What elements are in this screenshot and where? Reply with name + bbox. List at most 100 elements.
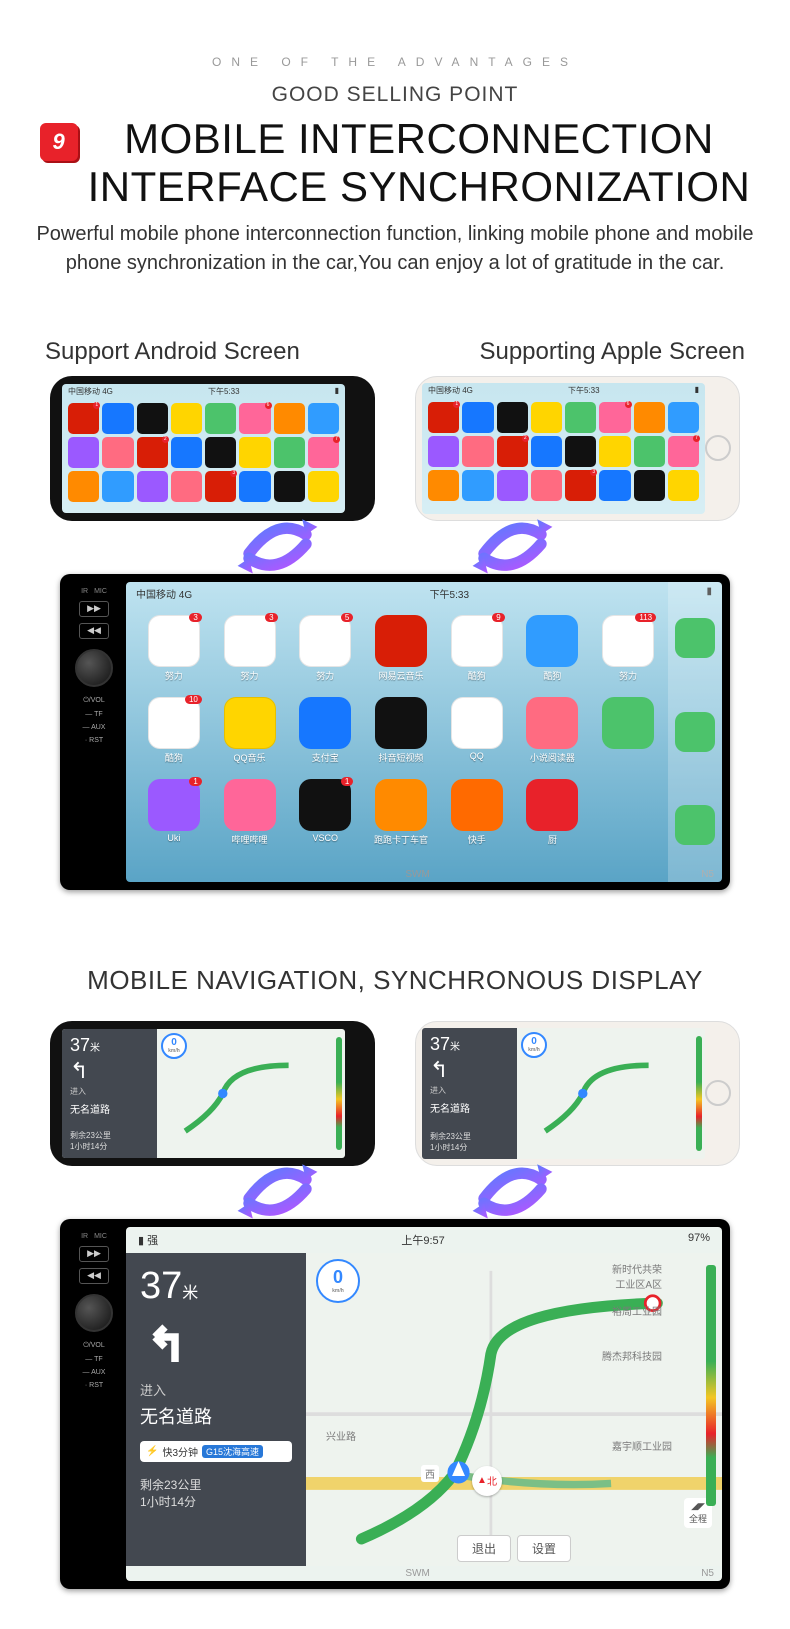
headunit-app[interactable]: 酷狗 <box>519 615 587 693</box>
app-icon[interactable] <box>205 437 236 468</box>
app-icon[interactable]: 6 <box>239 403 270 434</box>
app-icon[interactable] <box>428 436 459 467</box>
nav-exit-button[interactable]: 退出 <box>457 1535 511 1562</box>
app-icon[interactable] <box>531 402 562 433</box>
app-icon[interactable]: 7 <box>668 436 699 467</box>
chat-icon[interactable] <box>675 712 715 752</box>
header-block: ONE OF THE ADVANTAGES GOOD SELLING POINT… <box>20 55 770 278</box>
nav-map[interactable]: 0km/h <box>157 1029 345 1158</box>
app-icon[interactable] <box>462 436 493 467</box>
headunit-app[interactable]: 9酷狗 <box>443 615 511 693</box>
app-icon[interactable] <box>274 403 305 434</box>
apple-phone-mock: 中国移动 4G下午5:33▮ 16273 <box>415 376 740 521</box>
app-icon[interactable] <box>531 470 562 501</box>
app-label: QQ <box>470 751 484 761</box>
headunit-app[interactable]: 厨 <box>519 779 587 857</box>
app-icon[interactable] <box>634 402 665 433</box>
app-icon[interactable] <box>171 437 202 468</box>
app-icon[interactable] <box>308 403 339 434</box>
app-icon[interactable] <box>205 403 236 434</box>
headunit-app[interactable]: 5努力 <box>291 615 359 693</box>
phone-icon[interactable] <box>675 805 715 845</box>
app-icon: 5 <box>299 615 351 667</box>
app-icon[interactable] <box>308 471 339 502</box>
app-icon[interactable]: 7 <box>308 437 339 468</box>
nav-settings-button[interactable]: 设置 <box>517 1535 571 1562</box>
app-icon[interactable] <box>137 471 168 502</box>
app-icon[interactable]: 6 <box>599 402 630 433</box>
headunit-app[interactable]: 抖音短视频 <box>367 697 435 775</box>
app-icon[interactable] <box>668 470 699 501</box>
app-icon[interactable]: 2 <box>137 437 168 468</box>
app-icon[interactable] <box>239 471 270 502</box>
prev-track-button[interactable]: ◀◀ <box>79 1268 109 1284</box>
app-icon[interactable] <box>274 437 305 468</box>
nav-map[interactable]: 0km/h <box>517 1028 705 1159</box>
app-icon[interactable] <box>599 436 630 467</box>
next-track-button[interactable]: ▶▶ <box>79 1246 109 1262</box>
app-icon[interactable] <box>531 436 562 467</box>
app-label: 快手 <box>468 833 486 846</box>
app-icon[interactable]: 3 <box>205 471 236 502</box>
app-icon[interactable] <box>102 471 133 502</box>
headunit-app[interactable]: 113努力 <box>594 615 662 693</box>
app-icon[interactable] <box>634 470 665 501</box>
headunit-app[interactable]: 1Uki <box>140 779 208 857</box>
app-icon[interactable] <box>239 437 270 468</box>
headunit-app[interactable]: QQ音乐 <box>216 697 284 775</box>
app-icon[interactable] <box>497 470 528 501</box>
headunit-app[interactable]: 支付宝 <box>291 697 359 775</box>
app-icon[interactable] <box>462 470 493 501</box>
headunit-nav-screen[interactable]: ▮ 强上午9:5797% 37米 进入 无名道路 ⚡快3分钟G15沈海高速 剩余… <box>126 1227 722 1581</box>
app-icon[interactable] <box>102 403 133 434</box>
app-icon[interactable] <box>68 471 99 502</box>
headunit-app[interactable]: 3努力 <box>140 615 208 693</box>
wechat-icon[interactable] <box>675 618 715 658</box>
headunit-app[interactable]: 小说阅读器 <box>519 697 587 775</box>
next-track-button[interactable]: ▶▶ <box>79 601 109 617</box>
headunit-app[interactable]: 快手 <box>443 779 511 857</box>
app-icon[interactable] <box>599 470 630 501</box>
nav-hint: ⚡快3分钟G15沈海高速 <box>140 1441 292 1462</box>
app-icon[interactable]: 1 <box>428 402 459 433</box>
app-icon[interactable] <box>668 402 699 433</box>
app-icon[interactable] <box>497 402 528 433</box>
app-icon[interactable] <box>565 436 596 467</box>
headunit-app[interactable]: 3努力 <box>216 615 284 693</box>
app-icon[interactable] <box>171 471 202 502</box>
app-icon[interactable]: 1 <box>68 403 99 434</box>
app-label: Uki <box>167 833 180 843</box>
headunit-app[interactable]: 1VSCO <box>291 779 359 857</box>
app-icon[interactable] <box>274 471 305 502</box>
turn-left-icon: ↰ <box>70 1060 149 1082</box>
app-icon[interactable] <box>68 437 99 468</box>
app-icon[interactable] <box>137 403 168 434</box>
nav-section-title: MOBILE NAVIGATION, SYNCHRONOUS DISPLAY <box>20 965 770 996</box>
volume-knob[interactable] <box>75 1294 113 1332</box>
apple-phone-nav-mock: 37米 ↰ 进入 无名道路 剩余23公里1小时14分 0km/h <box>415 1021 740 1166</box>
prev-track-button[interactable]: ◀◀ <box>79 623 109 639</box>
compass-icon[interactable]: ▲北 <box>472 1466 502 1496</box>
app-icon[interactable] <box>565 402 596 433</box>
headunit-app[interactable]: QQ <box>443 697 511 775</box>
app-icon[interactable] <box>171 403 202 434</box>
headunit-app[interactable]: 跑跑卡丁车官 <box>367 779 435 857</box>
headunit-app[interactable]: 10酷狗 <box>140 697 208 775</box>
volume-knob[interactable] <box>75 649 113 687</box>
apple-app-grid: 1 6 2 7 3 <box>422 398 705 514</box>
app-icon[interactable] <box>428 470 459 501</box>
headunit-app[interactable]: 哔哩哔哩 <box>216 779 284 857</box>
nav-map-large[interactable]: 0km/h ▲北 ◢◤全程 退出 设置 新时代共荣 工业区A区 裕周工业园 腾杰… <box>306 1253 722 1566</box>
app-icon[interactable] <box>102 437 133 468</box>
app-icon[interactable]: 3 <box>565 470 596 501</box>
app-icon <box>451 779 503 831</box>
headunit-dock <box>668 582 722 882</box>
app-icon[interactable] <box>634 436 665 467</box>
headunit-app[interactable] <box>594 697 662 775</box>
app-icon[interactable] <box>462 402 493 433</box>
app-label: QQ音乐 <box>234 751 266 764</box>
app-icon[interactable]: 2 <box>497 436 528 467</box>
headunit-screen[interactable]: 中国移动 4G下午5:33▮ 3努力3努力5努力网易云音乐9酷狗酷狗113努力1… <box>126 582 722 882</box>
headunit-app[interactable]: 网易云音乐 <box>367 615 435 693</box>
support-android-label: Support Android Screen <box>45 338 300 366</box>
